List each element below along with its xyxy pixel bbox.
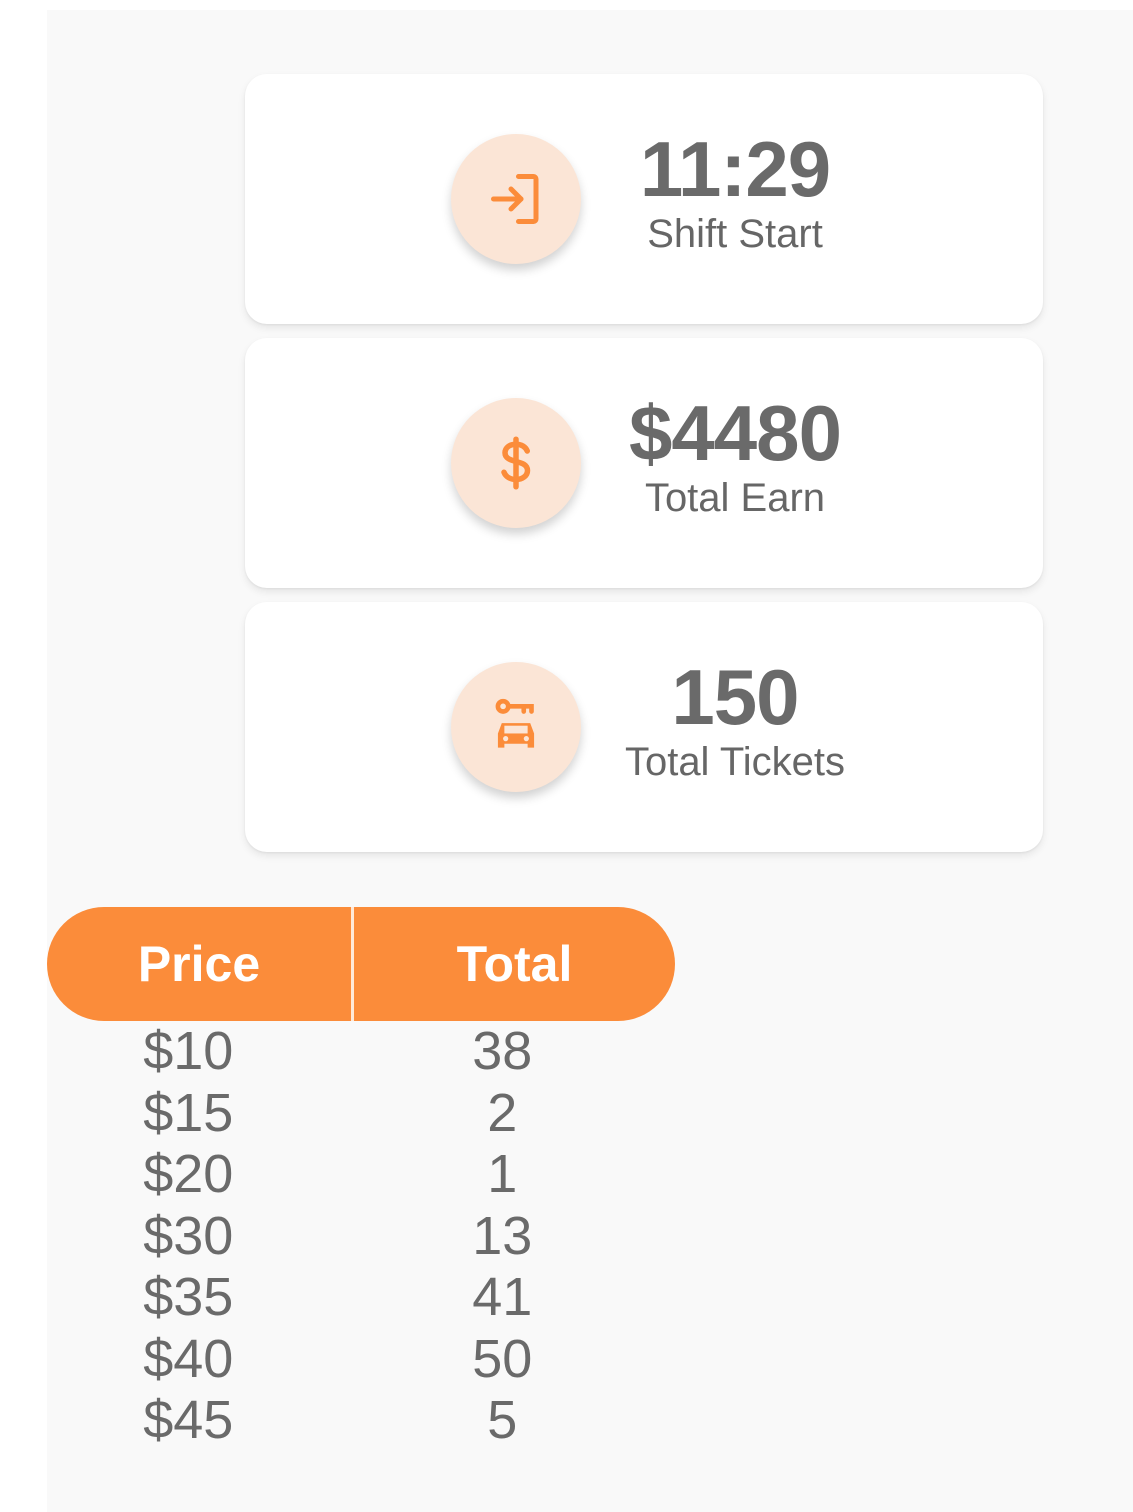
table-row: $15 2 <box>47 1083 675 1145</box>
login-icon <box>491 174 539 224</box>
total-earn-label: Total Earn <box>644 476 826 520</box>
total-earn-stat: $4480 Total Earn <box>605 390 865 520</box>
total-earn-card: $4480 Total Earn <box>245 338 1043 588</box>
total-tickets-value: 150 <box>671 653 799 741</box>
price-cell: $35 <box>143 1267 234 1327</box>
table-row: $30 13 <box>47 1206 675 1268</box>
price-cell: $30 <box>143 1205 234 1266</box>
table-header: Price Total <box>47 907 675 1021</box>
total-earn-value: $4480 <box>629 389 842 477</box>
car-key-icon <box>495 698 535 748</box>
total-cell: 1 <box>487 1144 518 1204</box>
price-cell: $15 <box>143 1082 234 1143</box>
table-row: $45 5 <box>47 1390 675 1452</box>
total-tickets-stat: 150 Total Tickets <box>605 654 865 784</box>
total-earn-icon-badge <box>451 398 581 528</box>
shift-start-icon-badge <box>451 134 581 264</box>
total-tickets-card: 150 Total Tickets <box>245 602 1043 852</box>
shift-start-stat: 11:29 Shift Start <box>605 126 865 256</box>
shift-start-label: Shift Start <box>647 212 823 256</box>
total-cell: 13 <box>472 1205 533 1266</box>
total-tickets-icon-badge <box>451 662 581 792</box>
table-body: $10 38 $15 2 $20 1 $30 13 $35 41 $40 50 <box>47 1021 675 1452</box>
total-cell: 2 <box>487 1082 518 1143</box>
total-cell: 5 <box>487 1390 518 1450</box>
table-row: $10 38 <box>47 1021 675 1083</box>
total-tickets-label: Total Tickets <box>624 740 846 784</box>
price-cell: $45 <box>143 1390 234 1450</box>
table-row: $40 50 <box>47 1329 675 1391</box>
table-row: $35 41 <box>47 1267 675 1329</box>
total-cell: 41 <box>472 1267 533 1327</box>
table-row: $20 1 <box>47 1144 675 1206</box>
price-cell: $10 <box>143 1021 234 1081</box>
price-total-table: Price Total $10 38 $15 2 $20 1 $30 13 $3… <box>47 907 675 1452</box>
total-cell: 38 <box>472 1021 533 1081</box>
total-cell: 50 <box>472 1328 533 1389</box>
price-column-header[interactable]: Price <box>47 907 351 1021</box>
price-cell: $40 <box>143 1328 234 1389</box>
price-cell: $20 <box>143 1144 234 1204</box>
total-column-header[interactable]: Total <box>354 907 675 1021</box>
summary-screen: 11:29 Shift Start $4480 Total Earn 150 T… <box>47 10 1133 1512</box>
dollar-icon <box>501 436 531 490</box>
shift-start-card: 11:29 Shift Start <box>245 74 1043 324</box>
shift-start-value: 11:29 <box>639 125 831 213</box>
